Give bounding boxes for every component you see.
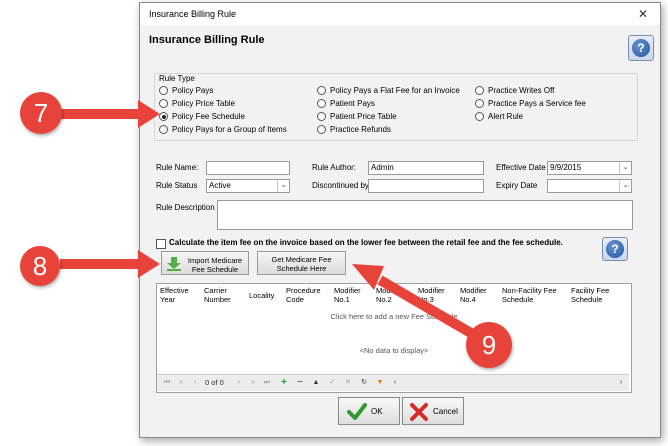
- annotation-arrows: [60, 100, 479, 341]
- callout-9: 9: [466, 322, 512, 368]
- arrow-7-icon: [60, 100, 160, 128]
- arrow-9-icon: [352, 264, 479, 341]
- callout-7: 7: [20, 92, 62, 134]
- arrow-8-icon: [60, 250, 160, 278]
- callout-8: 8: [20, 246, 60, 286]
